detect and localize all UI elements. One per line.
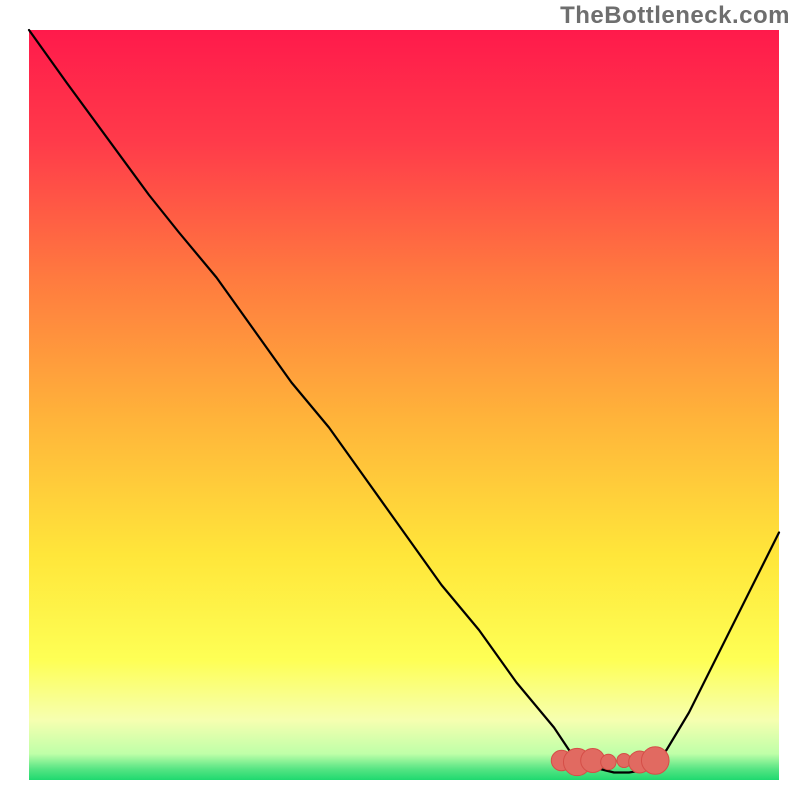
chart-stage: TheBottleneck.com: [0, 0, 800, 800]
chart-svg: [0, 0, 800, 800]
plot-background: [29, 30, 779, 780]
